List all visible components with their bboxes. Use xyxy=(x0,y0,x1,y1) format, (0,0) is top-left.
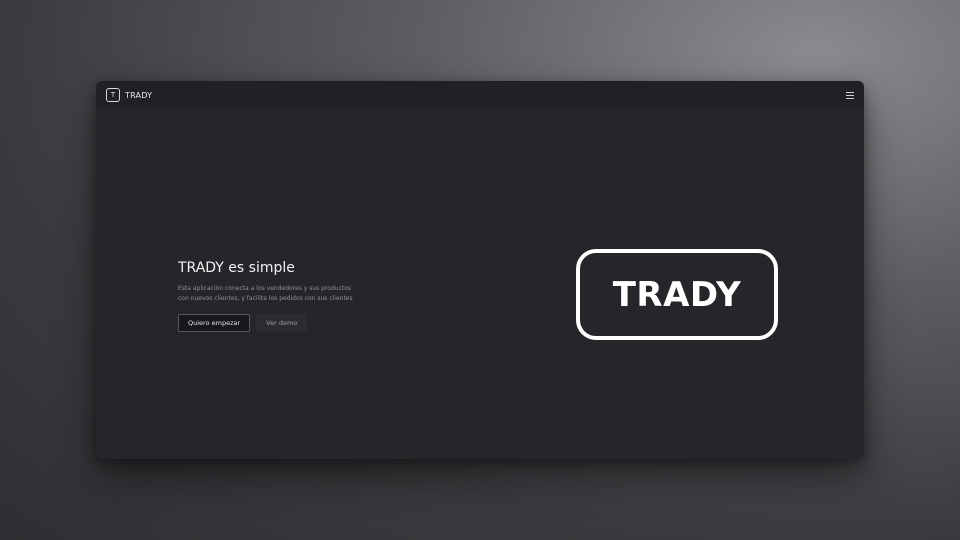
hamburger-menu-icon[interactable] xyxy=(846,91,854,99)
trady-logo: TRADY xyxy=(576,249,778,340)
hero-section: TRADY es simple Esta aplicación conecta … xyxy=(178,260,378,332)
app-window: T TRADY TRADY es simple Esta aplicación … xyxy=(96,81,864,459)
start-button[interactable]: Quiero empezar xyxy=(178,314,251,332)
trady-logo-text: TRADY xyxy=(612,274,742,315)
hero-description: Esta aplicación conecta a los vendedores… xyxy=(178,285,353,302)
hero-actions: Quiero empezar Ver demo xyxy=(178,314,378,332)
brand[interactable]: T TRADY xyxy=(106,88,152,102)
view-demo-button[interactable]: Ver demo xyxy=(256,314,308,332)
top-navbar: T TRADY xyxy=(96,81,864,109)
hero-title: TRADY es simple xyxy=(178,260,295,276)
brand-name: TRADY xyxy=(125,90,153,100)
brand-logo-icon: T xyxy=(106,88,120,102)
